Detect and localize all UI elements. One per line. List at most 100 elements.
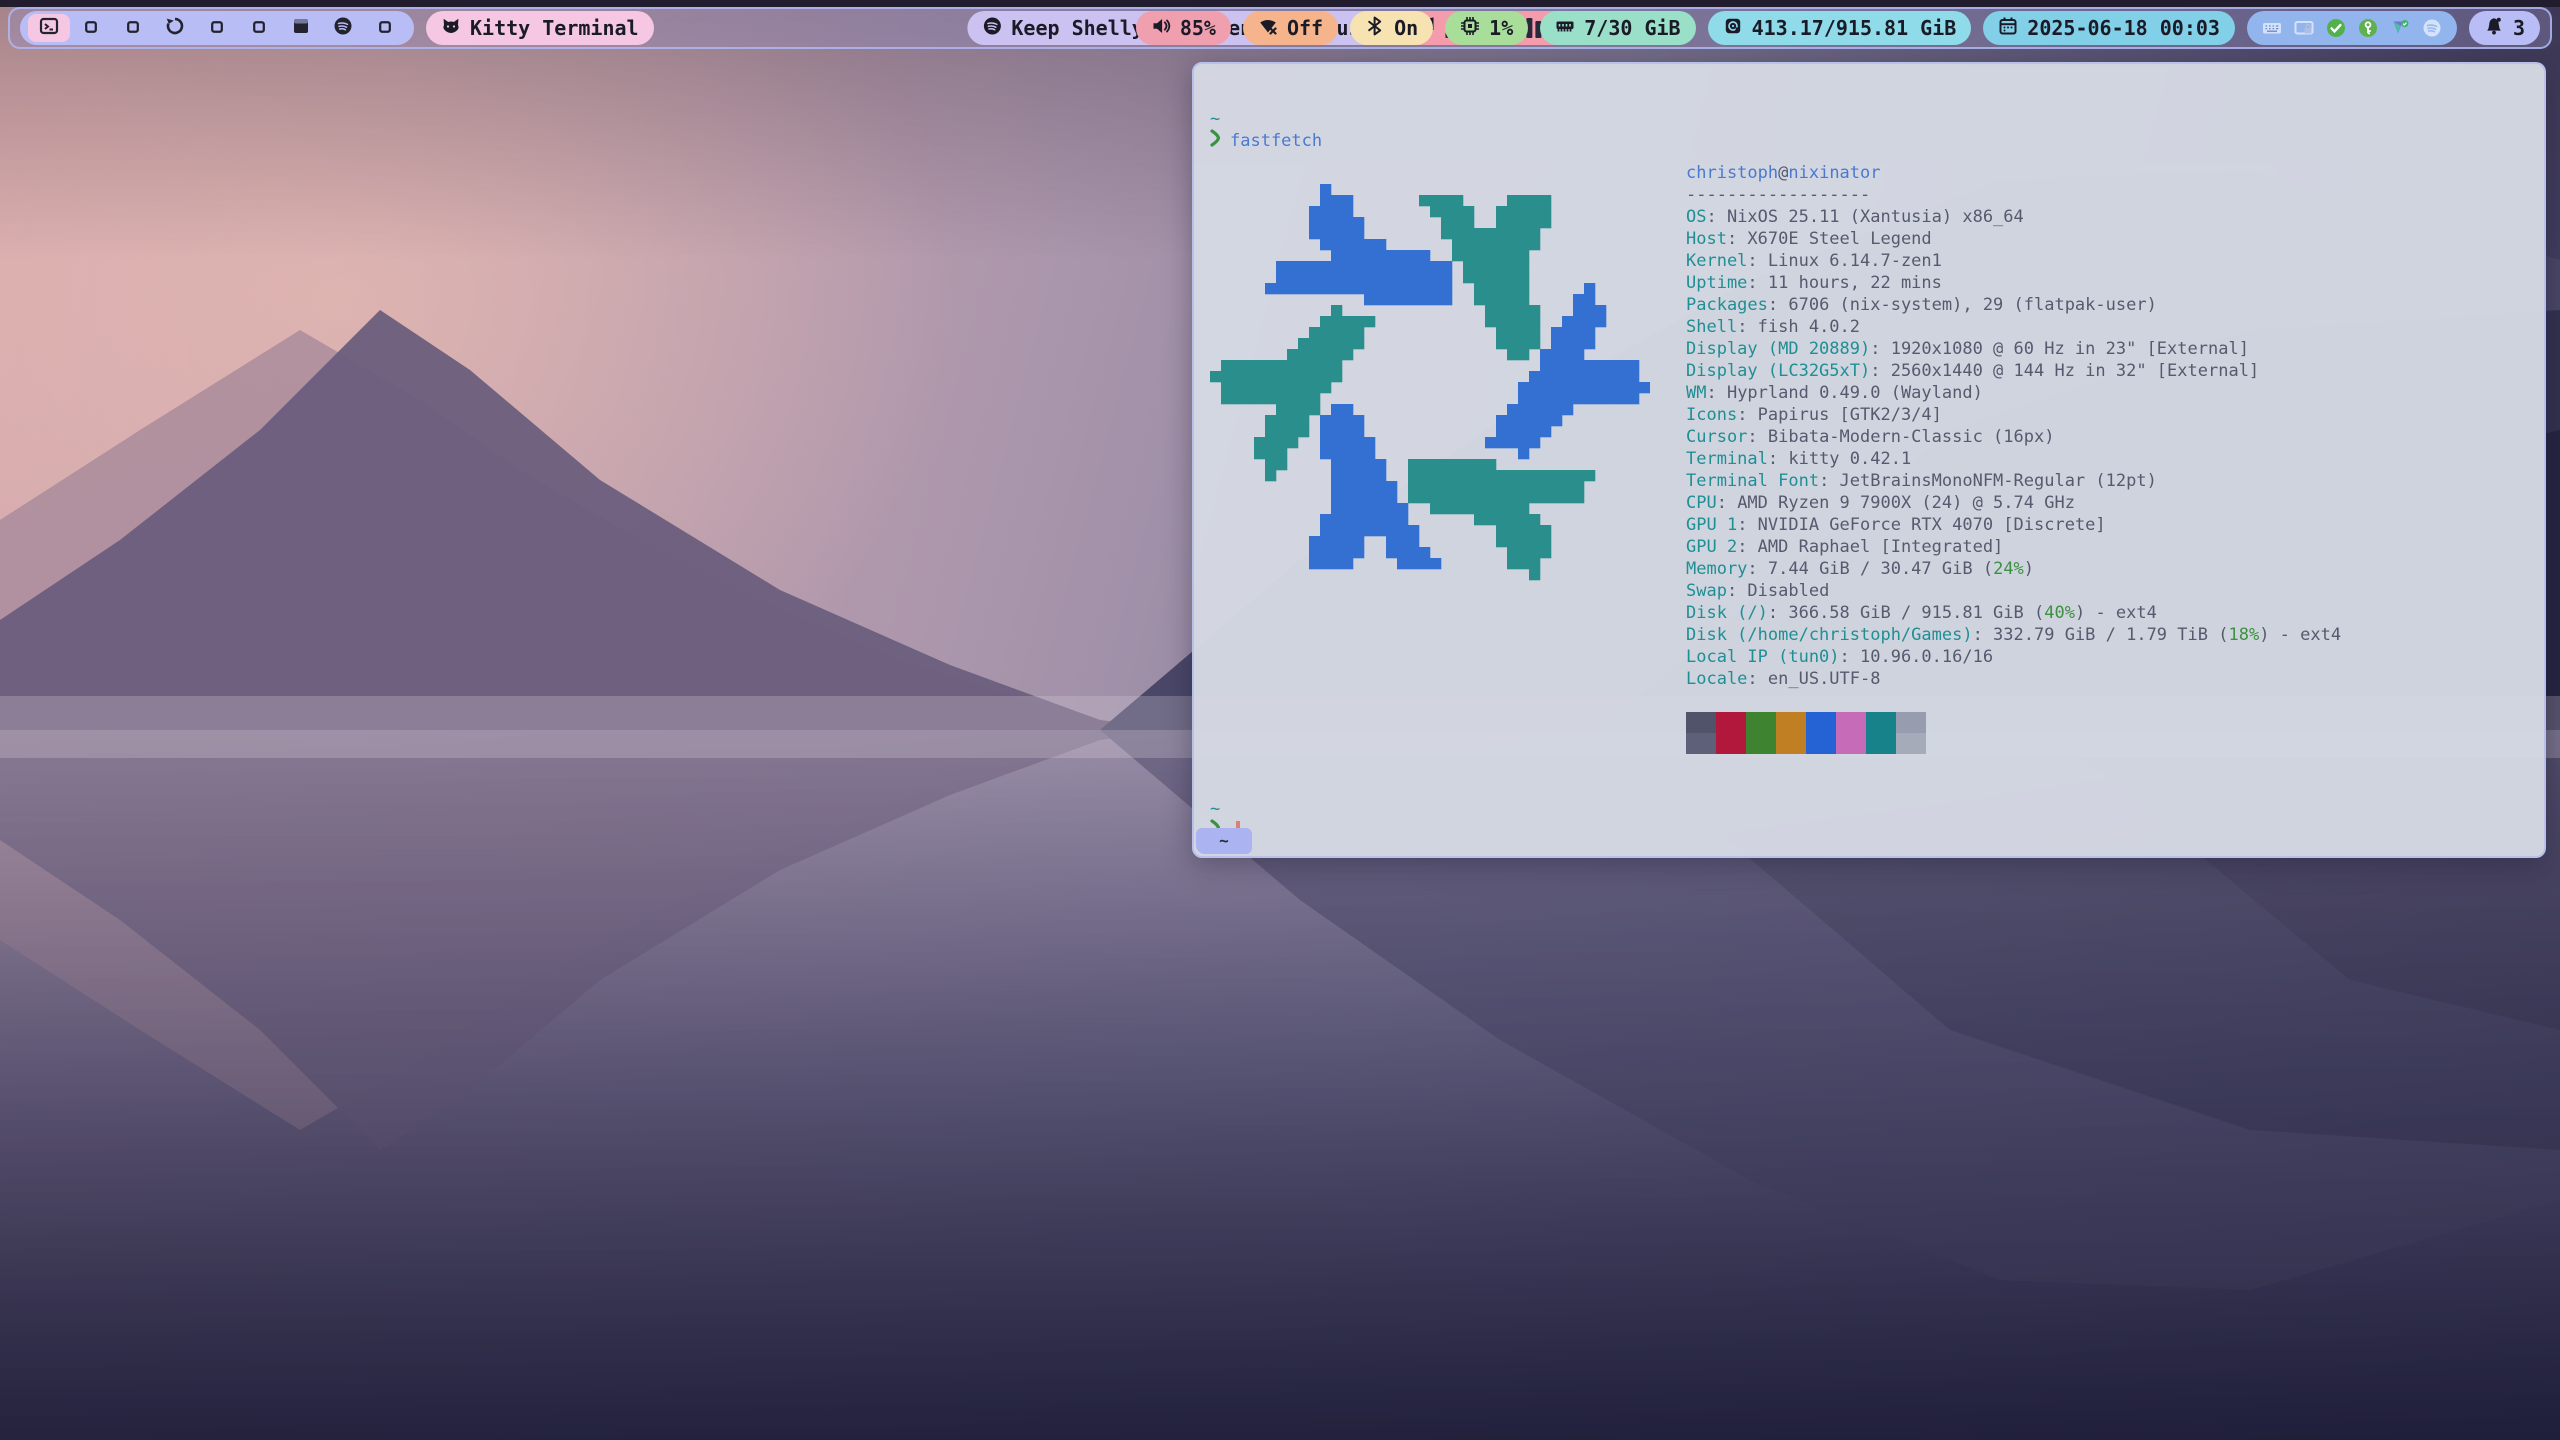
volume-label: 85% bbox=[1180, 16, 1216, 40]
fastfetch-line: Memory: 7.44 GiB / 30.47 GiB (24%) bbox=[1686, 558, 2341, 580]
fastfetch-line: Uptime: 11 hours, 22 mins bbox=[1686, 272, 2341, 294]
disk-module[interactable]: 413.17/915.81 GiB bbox=[1708, 11, 1972, 45]
kitty-tab[interactable]: ~ bbox=[1196, 828, 1252, 854]
nixos-logo bbox=[1210, 162, 1650, 602]
palette-swatch bbox=[1866, 733, 1896, 754]
fastfetch-line: Cursor: Bibata-Modern-Classic (16px) bbox=[1686, 426, 2341, 448]
cpu-label: 1% bbox=[1489, 16, 1513, 40]
palette-swatch bbox=[1746, 712, 1776, 733]
square-icon bbox=[251, 16, 267, 40]
prompt2-line[interactable] bbox=[1210, 820, 2528, 842]
fastfetch-line: GPU 2: AMD Raphael [Integrated] bbox=[1686, 536, 2341, 558]
palette-swatch bbox=[1806, 712, 1836, 733]
keyboard-icon[interactable] bbox=[2262, 18, 2282, 38]
harddisk-icon bbox=[1723, 16, 1743, 41]
kitty-tab-bar: ~ bbox=[1196, 828, 1252, 854]
system-tray bbox=[2247, 11, 2457, 45]
memory-label: 7/30 GiB bbox=[1584, 16, 1680, 40]
kitty-terminal-window[interactable]: ~ fastfetch christoph@nixinator --------… bbox=[1192, 62, 2546, 858]
fastfetch-title: christoph@nixinator bbox=[1686, 162, 2341, 184]
prompt1-cwd: ~ bbox=[1210, 108, 2528, 130]
memory-module[interactable]: 7/30 GiB bbox=[1540, 11, 1695, 45]
palette-swatch bbox=[1686, 712, 1716, 733]
terminal-color-palette bbox=[1686, 712, 2341, 754]
active-window-module[interactable]: Kitty Terminal bbox=[426, 11, 654, 45]
screenshot-lock-icon[interactable] bbox=[2294, 18, 2314, 38]
palette-swatch bbox=[1776, 712, 1806, 733]
palette-swatch bbox=[1896, 712, 1926, 733]
vpn-check-icon[interactable] bbox=[2390, 18, 2410, 38]
fastfetch-line: Swap: Disabled bbox=[1686, 580, 2341, 602]
fastfetch-line: GPU 1: NVIDIA GeForce RTX 4070 [Discrete… bbox=[1686, 514, 2341, 536]
spotify-light-icon[interactable] bbox=[2422, 18, 2442, 38]
workspaces-module bbox=[20, 11, 414, 45]
volume-module[interactable]: 85% bbox=[1136, 11, 1231, 45]
workspace-7[interactable] bbox=[280, 14, 322, 42]
fastfetch-line: Packages: 6706 (nix-system), 29 (flatpak… bbox=[1686, 294, 2341, 316]
fastfetch-line: CPU: AMD Ryzen 9 7900X (24) @ 5.74 GHz bbox=[1686, 492, 2341, 514]
notification-count: 3 bbox=[2513, 16, 2525, 40]
window-icon bbox=[291, 16, 311, 41]
palette-swatch bbox=[1716, 712, 1746, 733]
bluetooth-icon bbox=[1365, 16, 1385, 41]
fastfetch-separator: ------------------ bbox=[1686, 184, 2341, 206]
palette-swatch bbox=[1836, 712, 1866, 733]
bluetooth-label: On bbox=[1394, 16, 1418, 40]
bar-left-modules: Kitty Terminal bbox=[20, 9, 654, 47]
workspace-6[interactable] bbox=[238, 14, 280, 42]
square-icon bbox=[83, 16, 99, 40]
fastfetch-output: christoph@nixinator ------------------ O… bbox=[1210, 162, 2528, 754]
workspace-8[interactable] bbox=[322, 14, 364, 42]
spotify-icon bbox=[982, 16, 1002, 41]
ram-icon bbox=[1555, 16, 1575, 41]
palette-swatch bbox=[1866, 712, 1896, 733]
palette-swatch bbox=[1806, 733, 1836, 754]
workspace-4[interactable] bbox=[154, 14, 196, 42]
fastfetch-line: OS: NixOS 25.11 (Xantusia) x86_64 bbox=[1686, 206, 2341, 228]
fastfetch-line: Icons: Papirus [GTK2/3/4] bbox=[1686, 404, 2341, 426]
workspace-1-active[interactable] bbox=[28, 14, 70, 42]
fastfetch-line: Disk (/home/christoph/Games): 332.79 GiB… bbox=[1686, 624, 2341, 646]
workspace-2[interactable] bbox=[70, 14, 112, 42]
wifi-off-icon bbox=[1258, 16, 1278, 41]
notifications-module[interactable]: 3 bbox=[2469, 11, 2540, 45]
speaker-icon bbox=[1151, 16, 1171, 41]
fastfetch-line: Display (MD 20889): 1920x1080 @ 60 Hz in… bbox=[1686, 338, 2341, 360]
square-icon bbox=[377, 16, 393, 40]
fastfetch-line: WM: Hyprland 0.49.0 (Wayland) bbox=[1686, 382, 2341, 404]
clock-module[interactable]: 2025-06-18 00:03 bbox=[1983, 11, 2235, 45]
fastfetch-line: Kernel: Linux 6.14.7-zen1 bbox=[1686, 250, 2341, 272]
fastfetch-line: Local IP (tun0): 10.96.0.16/16 bbox=[1686, 646, 2341, 668]
prompt1-command: fastfetch bbox=[1230, 130, 1322, 152]
bell-icon bbox=[2484, 16, 2504, 41]
fastfetch-line: Terminal Font: JetBrainsMonoNFM-Regular … bbox=[1686, 470, 2341, 492]
network-module[interactable]: Off bbox=[1243, 11, 1338, 45]
fastfetch-line: Display (LC32G5xT): 2560x1440 @ 144 Hz i… bbox=[1686, 360, 2341, 382]
palette-swatch bbox=[1686, 733, 1716, 754]
screen-top-border bbox=[0, 0, 2560, 7]
bar-right-modules: 85% Off On 1% 7/30 GiB 413.17/915.81 GiB 2025-… bbox=[1136, 9, 2540, 47]
fastfetch-info: christoph@nixinator ------------------ O… bbox=[1686, 162, 2341, 754]
cat-icon bbox=[441, 16, 461, 41]
bluetooth-module[interactable]: On bbox=[1350, 11, 1433, 45]
fastfetch-line: Disk (/): 366.58 GiB / 915.81 GiB (40%) … bbox=[1686, 602, 2341, 624]
key-circle-icon[interactable] bbox=[2358, 18, 2378, 38]
active-window-title: Kitty Terminal bbox=[470, 16, 639, 40]
fastfetch-line: Host: X670E Steel Legend bbox=[1686, 228, 2341, 250]
spotify-dark-icon bbox=[333, 16, 353, 41]
fastfetch-line: Shell: fish 4.0.2 bbox=[1686, 316, 2341, 338]
palette-swatch bbox=[1716, 733, 1746, 754]
clock-label: 2025-06-18 00:03 bbox=[2027, 16, 2220, 40]
check-circle-icon[interactable] bbox=[2326, 18, 2346, 38]
cpu-module[interactable]: 1% bbox=[1445, 11, 1528, 45]
workspace-3[interactable] bbox=[112, 14, 154, 42]
workspace-9[interactable] bbox=[364, 14, 406, 42]
refresh-icon bbox=[165, 16, 185, 41]
workspace-5[interactable] bbox=[196, 14, 238, 42]
fastfetch-line: Terminal: kitty 0.42.1 bbox=[1686, 448, 2341, 470]
fastfetch-line: Locale: en_US.UTF-8 bbox=[1686, 668, 2341, 690]
palette-swatch bbox=[1896, 733, 1926, 754]
prompt2-cwd: ~ bbox=[1210, 798, 2528, 820]
palette-swatch bbox=[1776, 733, 1806, 754]
calendar-icon bbox=[1998, 16, 2018, 41]
